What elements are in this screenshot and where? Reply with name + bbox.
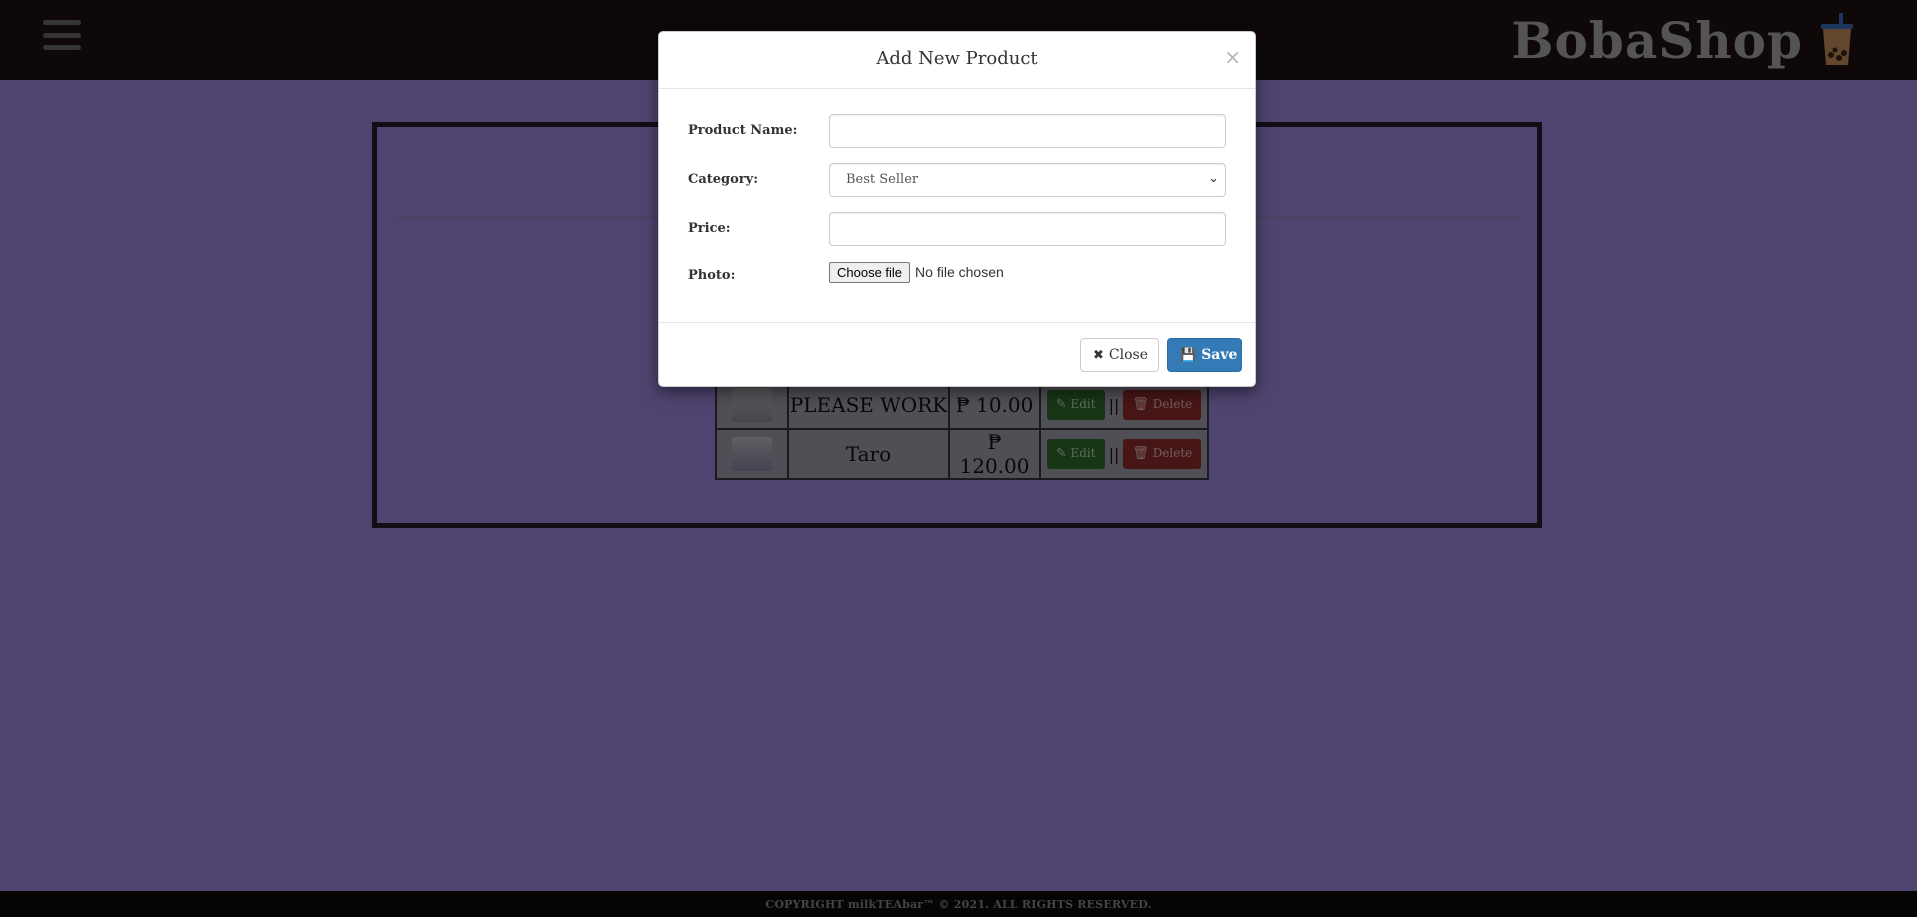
product-name-input[interactable]	[829, 114, 1226, 148]
save-button[interactable]: 💾 Save	[1167, 338, 1242, 372]
floppy-disk-icon: 💾	[1180, 347, 1197, 363]
file-status-text: No file chosen	[915, 264, 1004, 280]
price-row: Price:	[688, 212, 1228, 246]
save-button-label: Save	[1201, 347, 1238, 363]
close-icon: ✖	[1093, 347, 1104, 363]
modal-header: Add New Product ×	[659, 32, 1255, 89]
category-row: Category: Best Seller ⌄	[688, 163, 1228, 197]
photo-row: Photo: Choose file No file chosen	[688, 261, 1228, 295]
photo-file-input: Choose file No file chosen	[829, 260, 1004, 284]
product-name-label: Product Name:	[688, 123, 798, 138]
price-input[interactable]	[829, 212, 1226, 246]
choose-file-button[interactable]: Choose file	[829, 261, 911, 283]
photo-label: Photo:	[688, 268, 736, 283]
category-selected-value: Best Seller	[846, 172, 919, 187]
product-name-row: Product Name:	[688, 114, 1228, 148]
modal-body: Product Name: Category: Best Seller ⌄ Pr…	[659, 89, 1255, 323]
add-product-modal: Add New Product × Product Name: Category…	[658, 31, 1256, 387]
close-button[interactable]: ✖ Close	[1080, 338, 1159, 372]
price-label: Price:	[688, 221, 731, 236]
modal-footer: ✖ Close 💾 Save	[659, 323, 1255, 387]
modal-title: Add New Product	[876, 48, 1038, 69]
category-label: Category:	[688, 172, 759, 187]
chevron-down-icon: ⌄	[1208, 171, 1219, 186]
close-icon[interactable]: ×	[1224, 45, 1241, 69]
close-button-label: Close	[1108, 347, 1148, 363]
category-select[interactable]: Best Seller ⌄	[829, 163, 1226, 197]
